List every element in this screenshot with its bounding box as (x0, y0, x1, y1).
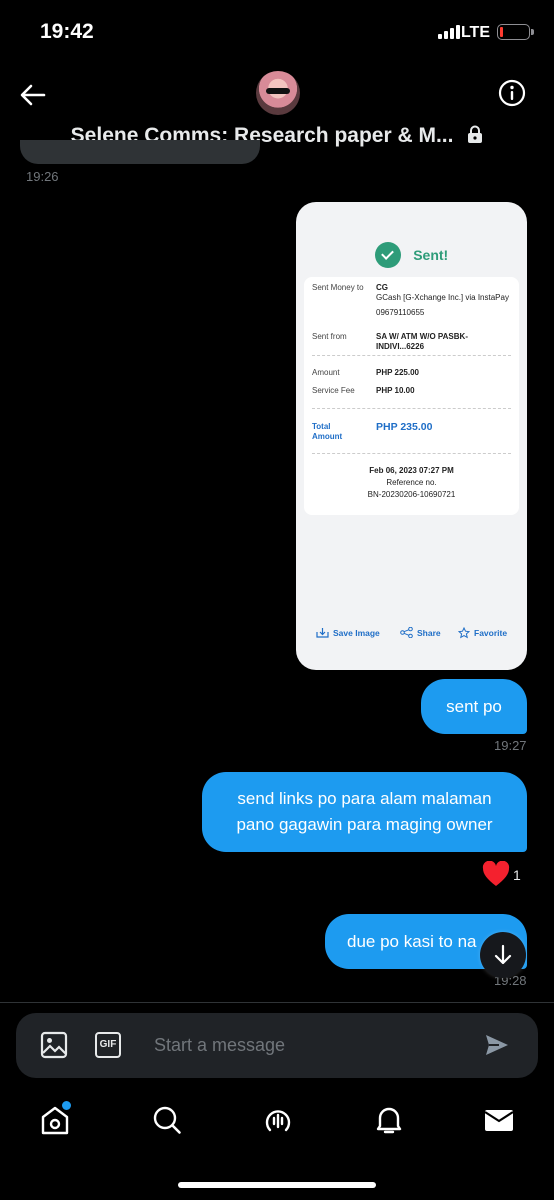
lock-icon (468, 125, 483, 143)
sent-status: Sent! (296, 242, 527, 268)
messages-icon[interactable] (484, 1104, 514, 1136)
heart-icon[interactable] (482, 861, 510, 887)
send-icon[interactable] (484, 1033, 510, 1057)
recipient-bank: GCash [G-Xchange Inc.] via InstaPay (376, 293, 509, 302)
download-icon (316, 628, 329, 638)
reaction-count: 1 (513, 867, 521, 883)
arrow-left-icon[interactable] (18, 80, 48, 110)
sent-from-value: SA W/ ATM W/O PASBK-INDIVI...6226 (376, 332, 468, 351)
transaction-datetime: Feb 06, 2023 07:27 PM (369, 466, 454, 475)
receipt-card: Sent Money to CG GCash [G-Xchange Inc.] … (304, 277, 519, 515)
previous-message-bubble[interactable] (20, 140, 260, 164)
arrow-down-icon (494, 944, 512, 965)
sent-to-label: Sent Money to (312, 283, 364, 292)
status-bar: 19:42 LTE (0, 0, 554, 66)
star-icon (458, 627, 470, 639)
divider (312, 408, 511, 409)
network-label: LTE (460, 24, 490, 41)
home-indicator (178, 1182, 376, 1188)
message-timestamp: 19:27 (494, 738, 527, 753)
save-image-action: Save Image (316, 627, 380, 638)
receipt-footer: Feb 06, 2023 07:27 PM Reference no. BN-2… (304, 465, 519, 501)
message-composer: GIF Start a message (16, 1013, 538, 1078)
notifications-icon[interactable] (374, 1104, 404, 1136)
total-value: PHP 235.00 (376, 421, 433, 433)
bottom-tab-bar (0, 1100, 554, 1150)
avatar[interactable] (256, 71, 300, 115)
receipt-image-message[interactable]: Sent! Sent Money to CG GCash [G-Xchange … (296, 202, 527, 670)
recipient-number: 09679110655 (376, 308, 425, 317)
image-icon[interactable] (40, 1031, 68, 1059)
divider (312, 453, 511, 454)
favorite-action: Favorite (458, 627, 507, 639)
gif-button[interactable]: GIF (95, 1032, 121, 1058)
fee-label: Service Fee (312, 386, 355, 395)
share-action: Share (400, 627, 441, 638)
message-timestamp: 19:26 (26, 169, 59, 184)
search-icon[interactable] (152, 1104, 182, 1136)
recipient-name: CG (376, 283, 388, 292)
sent-message-bubble[interactable]: sent po (421, 679, 527, 734)
reference-label: Reference no. (386, 478, 437, 487)
composer-divider (0, 1002, 554, 1003)
sent-message-bubble[interactable]: send links po para alam malaman pano gag… (202, 772, 527, 852)
notification-dot (61, 1100, 72, 1111)
fee-value: PHP 10.00 (376, 386, 415, 395)
signal-icon (438, 25, 460, 39)
amount-value: PHP 225.00 (376, 368, 419, 377)
message-input[interactable]: Start a message (154, 1035, 285, 1056)
check-circle-icon (374, 242, 401, 268)
amount-label: Amount (312, 368, 340, 377)
info-circle-icon[interactable] (498, 79, 526, 107)
scroll-to-bottom-button[interactable] (480, 932, 526, 978)
battery-icon (497, 24, 534, 40)
share-icon (400, 627, 413, 638)
spaces-icon[interactable] (263, 1104, 293, 1136)
total-label: Total Amount (312, 422, 343, 441)
divider (312, 355, 511, 356)
reference-value: BN-20230206-10690721 (367, 490, 456, 499)
status-time: 19:42 (40, 20, 94, 43)
sent-from-label: Sent from (312, 332, 347, 341)
